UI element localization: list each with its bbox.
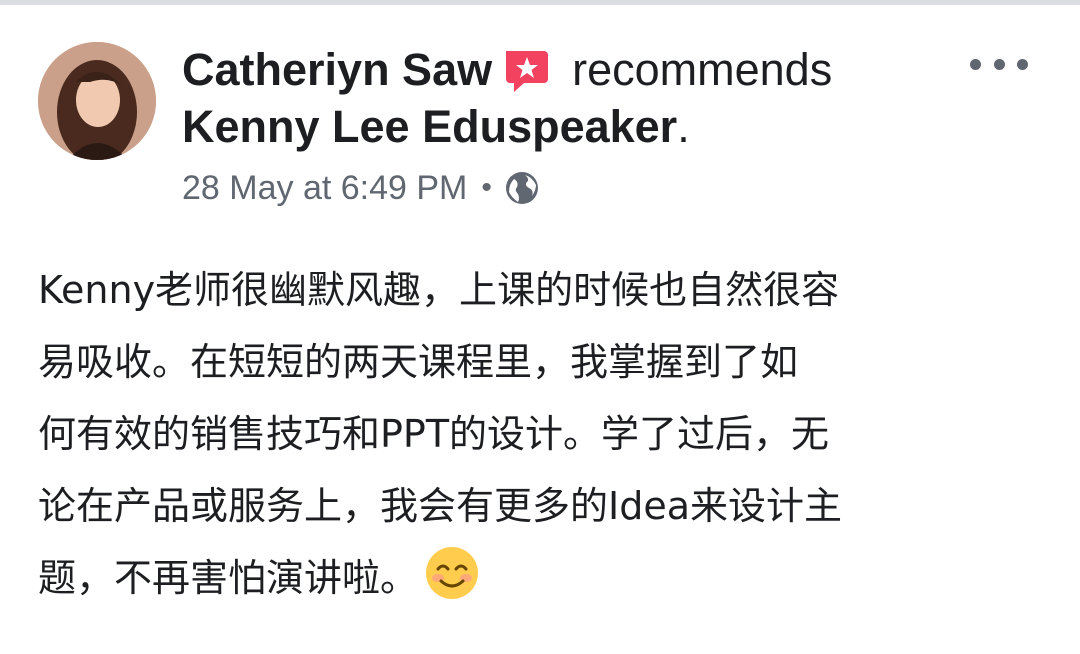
recommended-page: Kenny Lee Eduspeaker. [182,98,690,156]
page-name-link[interactable]: Kenny Lee Eduspeaker [182,101,677,153]
page-name-period: . [677,101,690,152]
more-options-dot [993,58,1005,70]
post-timestamp[interactable]: 28 May at 6:49 PM [182,169,467,208]
post-meta: 28 May at 6:49 PM • [182,164,540,212]
post-header: Catheriyn Saw recommends [182,40,832,100]
more-options-icon [970,58,981,70]
avatar-photo [38,42,156,160]
post-body-line: 易吸收。在短短的两天课程里，我掌握到了如 [38,340,799,384]
post-body-last-line: 题，不再害怕演讲啦。 [38,542,1048,614]
author-avatar[interactable] [38,42,156,160]
recommends-label: recommends [572,44,833,95]
meta-separator: • [481,171,492,204]
author-name[interactable]: Catheriyn Saw [182,44,492,96]
post-body-line: Kenny老师很幽默风趣，上课的时候也自然很容 [38,268,840,312]
post-body: Kenny老师很幽默风趣，上课的时候也自然很容 易吸收。在短短的两天课程里，我掌… [38,254,1048,614]
post-body-line: 论在产品或服务上，我会有更多的Idea来设计主 [38,484,842,528]
recommendation-star-icon [500,45,550,95]
globe-icon[interactable] [504,170,540,206]
more-options-button[interactable] [970,48,1028,80]
post-body-line: 何有效的销售技巧和PPT的设计。学了过后，无 [38,412,830,456]
top-divider [0,0,1080,5]
smiling-face-emoji [424,545,480,601]
more-options-dot [1017,58,1028,70]
post-body-line: 题，不再害怕演讲啦。 [38,556,419,600]
